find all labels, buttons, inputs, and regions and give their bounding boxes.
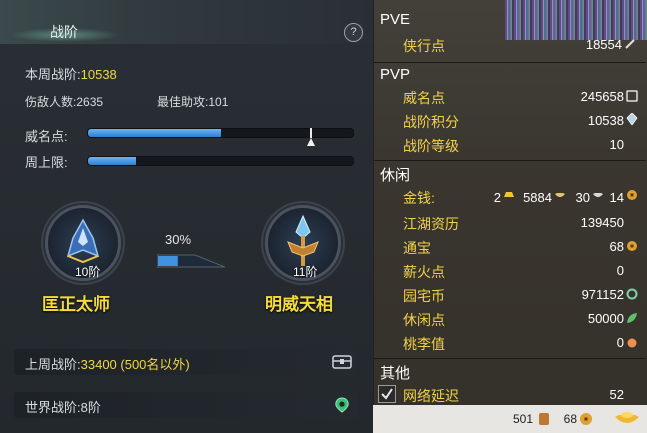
pvp-title: PVP: [380, 66, 411, 83]
fame-label: 威名点:: [25, 129, 68, 144]
week-rank-row: 本周战阶:10538: [25, 64, 117, 83]
world-rank-text: 世界战阶:8阶: [25, 397, 101, 416]
kills-value: 2635: [76, 95, 104, 109]
panel-title: 战阶: [50, 24, 78, 40]
last-week-text: 上周战阶:33400 (500名以外): [25, 354, 190, 373]
fame-bar-fill: [88, 129, 221, 137]
cap-bar-fill: [88, 157, 136, 165]
fame-badge-icon: [626, 90, 638, 102]
money-copper2: 14: [609, 190, 624, 205]
week-rank-value: 10538: [80, 67, 117, 82]
tongbao-label: 通宝: [403, 240, 431, 256]
next-rank-level: 11阶: [293, 265, 318, 279]
rank-panel: 战阶 ? 本周战阶:10538 伤敌人数:2635 最佳助攻:101 威名点: …: [0, 0, 373, 433]
rank-points-value: 10538: [587, 113, 624, 128]
leisure-title: 休闲: [380, 167, 411, 184]
home-coin-label: 园宅币: [403, 288, 445, 304]
copper-coin-icon: [627, 190, 637, 200]
week-rank-label: 本周战阶:: [25, 67, 81, 82]
leisure-points-label: 休闲点: [403, 312, 445, 328]
fame-points-value: 245658: [580, 89, 624, 104]
silver-ingot-icon: [555, 193, 565, 197]
silver-boat-icon: [593, 193, 603, 197]
peach-icon: [627, 338, 637, 348]
world-rank-label: 世界战阶:: [25, 400, 81, 415]
jianghu-label: 江湖资历: [403, 216, 459, 232]
chest-icon[interactable]: [332, 354, 352, 370]
fame-points-label: 威名点: [403, 90, 445, 106]
kills-stat: 伤敌人数:2635: [25, 93, 103, 110]
gold-ingot-icon: [504, 192, 514, 197]
assists-value: 101: [208, 95, 229, 109]
help-icon[interactable]: ?: [344, 23, 363, 42]
pve-title: PVE: [380, 11, 411, 28]
bottom-coin-icon[interactable]: [579, 412, 593, 426]
last-week-value: 33400 (500名以外): [80, 357, 190, 372]
coin-icon: [627, 241, 637, 251]
location-pin-icon[interactable]: [332, 397, 352, 413]
scrolling-banner: [505, 0, 647, 40]
bottom-mid-value: 68: [563, 412, 577, 426]
rank-level-value: 10: [609, 137, 624, 152]
bottom-left-value: 501: [512, 412, 533, 426]
latency-value: 52: [609, 387, 624, 402]
bottom-status-bar: 501 68: [373, 405, 647, 433]
world-rank-row: 世界战阶:8阶: [14, 392, 358, 418]
last-week-row: 上周战阶:33400 (500名以外): [14, 349, 358, 375]
current-rank-level: 10阶: [75, 265, 101, 279]
fire-points-value: 0: [616, 263, 624, 278]
rank-progress-bar: [157, 254, 225, 268]
cap-bar: [87, 156, 354, 166]
pve-row-value: 18554: [585, 37, 622, 52]
sword-icon: [625, 39, 635, 49]
latency-checkbox[interactable]: [378, 385, 396, 403]
checkmark-icon: [381, 388, 393, 400]
other-title: 其他: [380, 365, 411, 382]
taoli-label: 桃李值: [403, 336, 445, 352]
pve-row-label: 侠行点: [403, 38, 445, 54]
assists-label: 最佳助攻:: [157, 95, 209, 109]
gold-ingot-shop-icon[interactable]: [613, 409, 641, 429]
rank-level-label: 战阶等级: [403, 138, 459, 154]
rank-points-label: 战阶积分: [403, 114, 459, 130]
money-label: 金钱:: [403, 190, 435, 206]
assists-stat: 最佳助攻:101: [157, 93, 228, 110]
money-gold: 2: [493, 190, 501, 205]
crystal-icon: [626, 113, 638, 125]
tongbao-value: 68: [609, 239, 624, 254]
taoli-value: 0: [616, 335, 624, 350]
world-rank-value: 8阶: [80, 400, 101, 415]
money-silver: 5884: [523, 190, 552, 205]
leisure-points-value: 50000: [587, 311, 624, 326]
character-icon[interactable]: [537, 412, 551, 426]
next-rank-name: 明威天相: [265, 295, 333, 314]
progress-percent: 30%: [165, 232, 192, 247]
jade-icon: [626, 288, 638, 300]
last-week-label: 上周战阶:: [25, 357, 81, 372]
current-rank-name: 匡正太师: [42, 295, 110, 314]
money-copper1: 30: [575, 190, 590, 205]
cap-label: 周上限:: [25, 155, 68, 170]
leaf-icon: [627, 313, 637, 323]
jianghu-value: 139450: [580, 215, 624, 230]
fire-points-label: 薪火点: [403, 264, 445, 280]
home-coin-value: 971152: [581, 287, 624, 302]
latency-label: 网络延迟: [403, 388, 459, 404]
rank-progress-fill: [158, 256, 178, 266]
kills-label: 伤敌人数:: [25, 95, 77, 109]
fame-marker-icon: [307, 128, 315, 148]
